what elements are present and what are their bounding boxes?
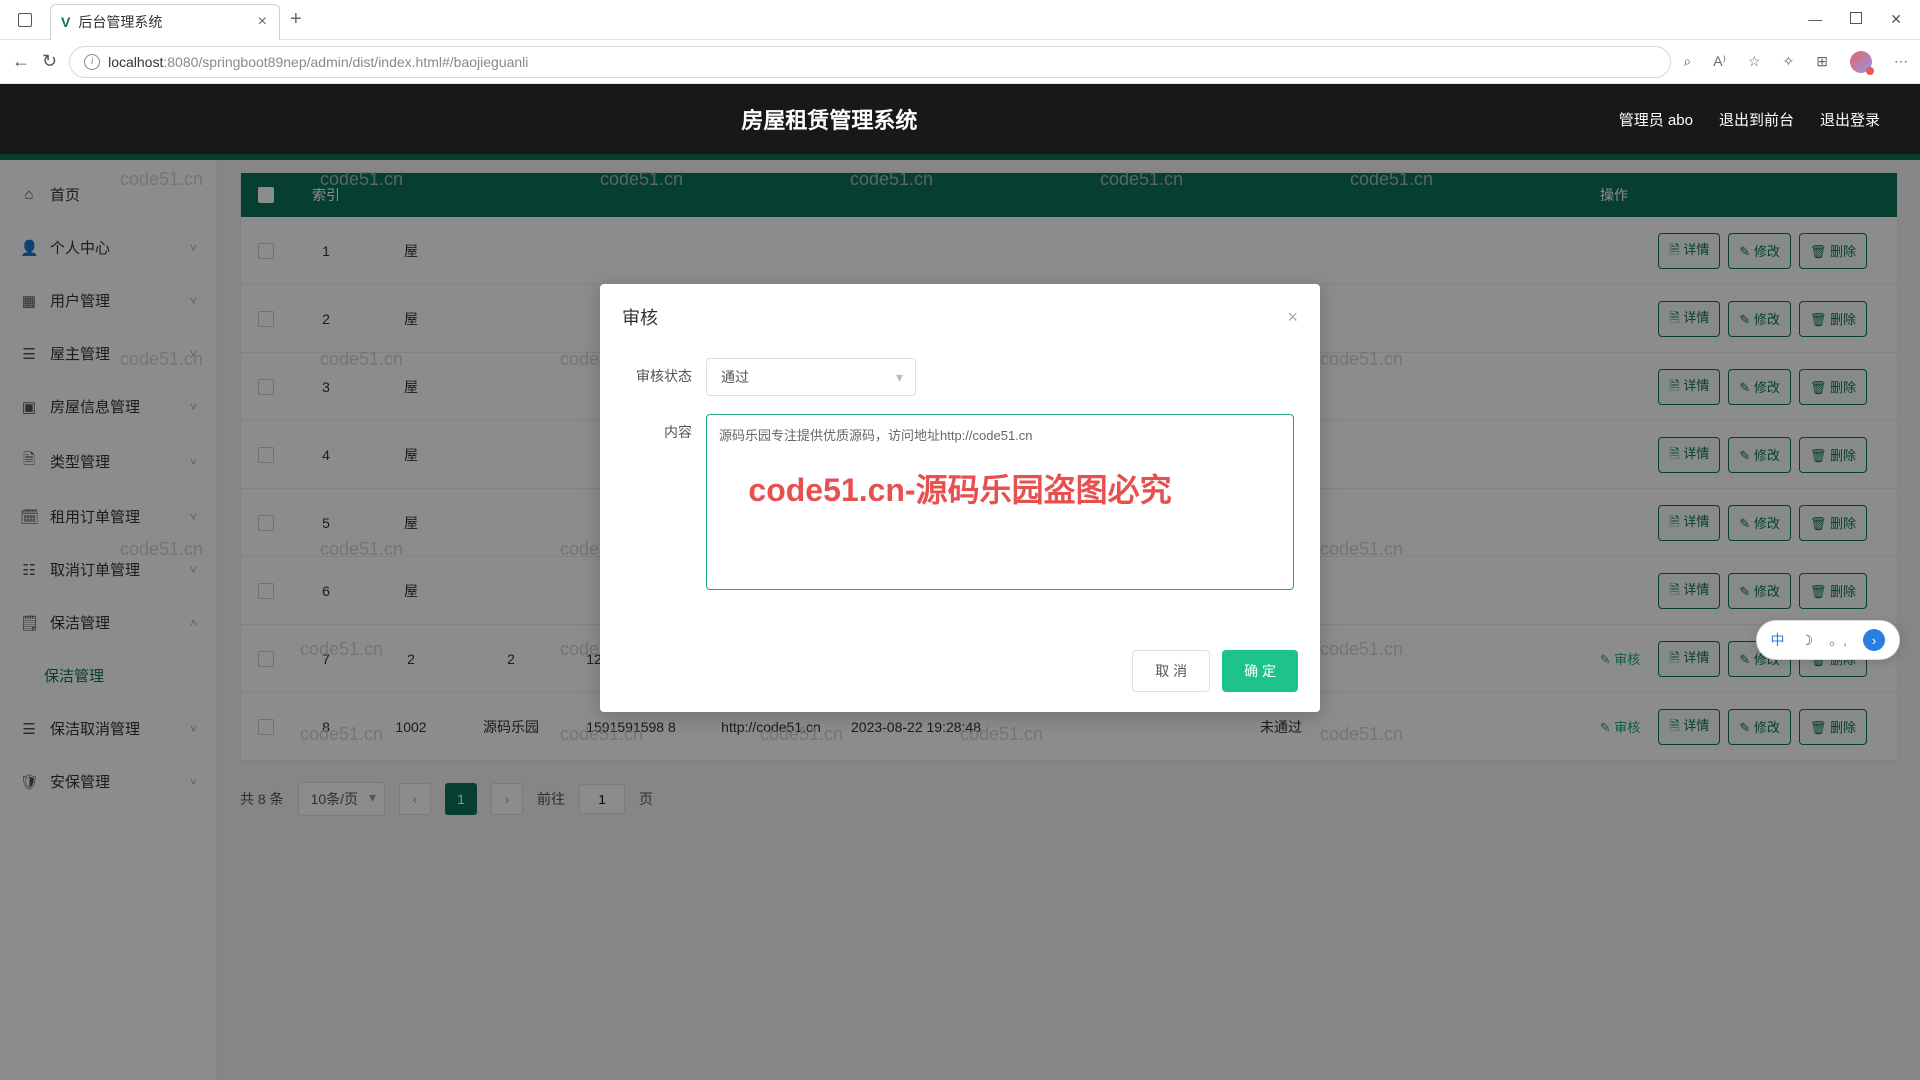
status-select[interactable]: 通过 — [706, 358, 916, 396]
profile-icon[interactable] — [1850, 51, 1872, 73]
modal-close-icon[interactable]: × — [1287, 307, 1298, 328]
ime-moon-icon[interactable]: ☽ — [1801, 632, 1814, 649]
window-minimize[interactable]: — — [1808, 11, 1822, 28]
browser-addressbar: ← ↻ i localhost:8080/springboot89nep/adm… — [0, 40, 1920, 84]
favorites-icon[interactable]: ✧ — [1783, 53, 1795, 70]
close-tab-icon[interactable]: × — [258, 13, 267, 31]
status-label: 审核状态 — [626, 358, 706, 386]
zoom-icon[interactable]: ⌕ — [1683, 53, 1691, 70]
modal-overlay[interactable]: 审核 × 审核状态 通过 内容 源码乐园专注提供优质源码，访问地址http://… — [0, 154, 1920, 1080]
vue-icon: V — [61, 14, 70, 30]
window-maximize[interactable] — [1850, 11, 1862, 28]
site-info-icon[interactable]: i — [84, 54, 100, 70]
url-host: localhost — [108, 54, 163, 70]
audit-modal: 审核 × 审核状态 通过 内容 源码乐园专注提供优质源码，访问地址http://… — [600, 284, 1320, 712]
modal-title: 审核 — [622, 304, 658, 330]
collections-icon[interactable]: ⊞ — [1816, 53, 1828, 70]
logout-link[interactable]: 退出登录 — [1820, 109, 1880, 130]
url-input[interactable]: i localhost:8080/springboot89nep/admin/d… — [69, 46, 1671, 78]
star-icon[interactable]: ☆ — [1748, 53, 1761, 70]
content-textarea[interactable]: 源码乐园专注提供优质源码，访问地址http://code51.cn — [706, 414, 1294, 590]
ime-expand-icon[interactable]: › — [1863, 629, 1885, 651]
ok-button[interactable]: 确 定 — [1222, 650, 1298, 692]
app-header: 房屋租赁管理系统 管理员 abo 退出到前台 退出登录 — [0, 84, 1920, 154]
ime-toolbar[interactable]: 中 ☽ 。, › — [1756, 620, 1900, 660]
more-icon[interactable]: ⋯ — [1894, 53, 1908, 70]
ime-sep[interactable]: 。, — [1829, 630, 1847, 650]
tab-title: 后台管理系统 — [78, 12, 162, 32]
content-label: 内容 — [626, 414, 706, 442]
front-link[interactable]: 退出到前台 — [1719, 109, 1794, 130]
window-close[interactable]: ✕ — [1890, 11, 1902, 28]
ime-lang[interactable]: 中 — [1771, 630, 1785, 650]
tab-list-button[interactable] — [0, 13, 50, 27]
back-icon[interactable]: ← — [12, 51, 30, 72]
cancel-button[interactable]: 取 消 — [1132, 650, 1210, 692]
refresh-icon[interactable]: ↻ — [42, 51, 57, 72]
app-title: 房屋租赁管理系统 — [40, 103, 1619, 135]
user-label[interactable]: 管理员 abo — [1619, 109, 1693, 130]
browser-tab[interactable]: V 后台管理系统 × — [50, 4, 280, 40]
browser-titlebar: V 后台管理系统 × + — ✕ — [0, 0, 1920, 40]
new-tab-button[interactable]: + — [290, 8, 302, 31]
read-aloud-icon[interactable]: A⁾ — [1713, 53, 1726, 70]
